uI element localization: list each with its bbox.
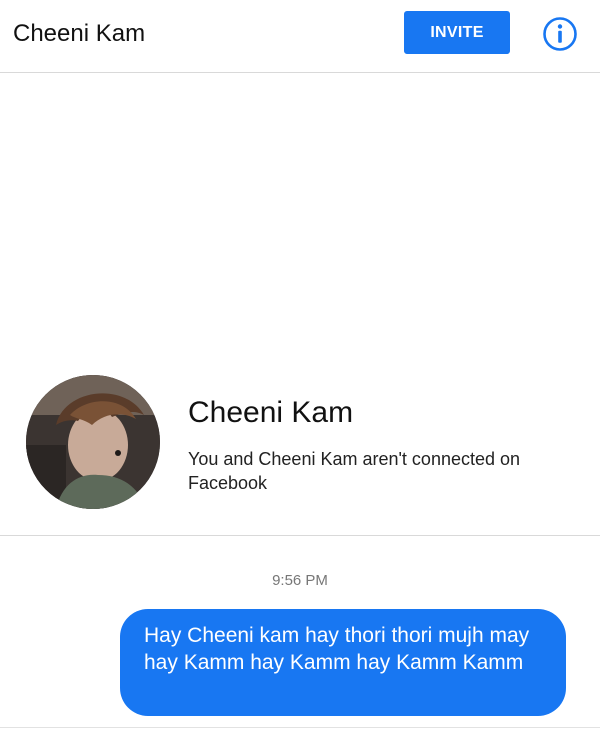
divider <box>0 727 600 728</box>
invite-button[interactable]: INVITE <box>404 11 510 54</box>
avatar-photo <box>26 375 160 509</box>
avatar[interactable] <box>26 375 160 509</box>
info-icon[interactable] <box>542 16 578 52</box>
chat-header: Cheeni Kam INVITE <box>0 0 600 73</box>
connection-status-text: You and Cheeni Kam aren't connected on F… <box>188 449 521 493</box>
profile-card: Cheeni Kam You and Cheeni Kam aren't con… <box>0 73 600 536</box>
profile-name: Cheeni Kam <box>188 396 354 429</box>
chat-title: Cheeni Kam <box>13 20 146 47</box>
message-timestamp: 9:56 PM <box>272 572 328 589</box>
sent-message-bubble[interactable]: Hay Cheeni kam hay thori thori mujh may … <box>120 609 566 716</box>
messenger-chat-screen: Cheeni Kam INVITE Cheeni Kam You and Che… <box>0 0 600 729</box>
